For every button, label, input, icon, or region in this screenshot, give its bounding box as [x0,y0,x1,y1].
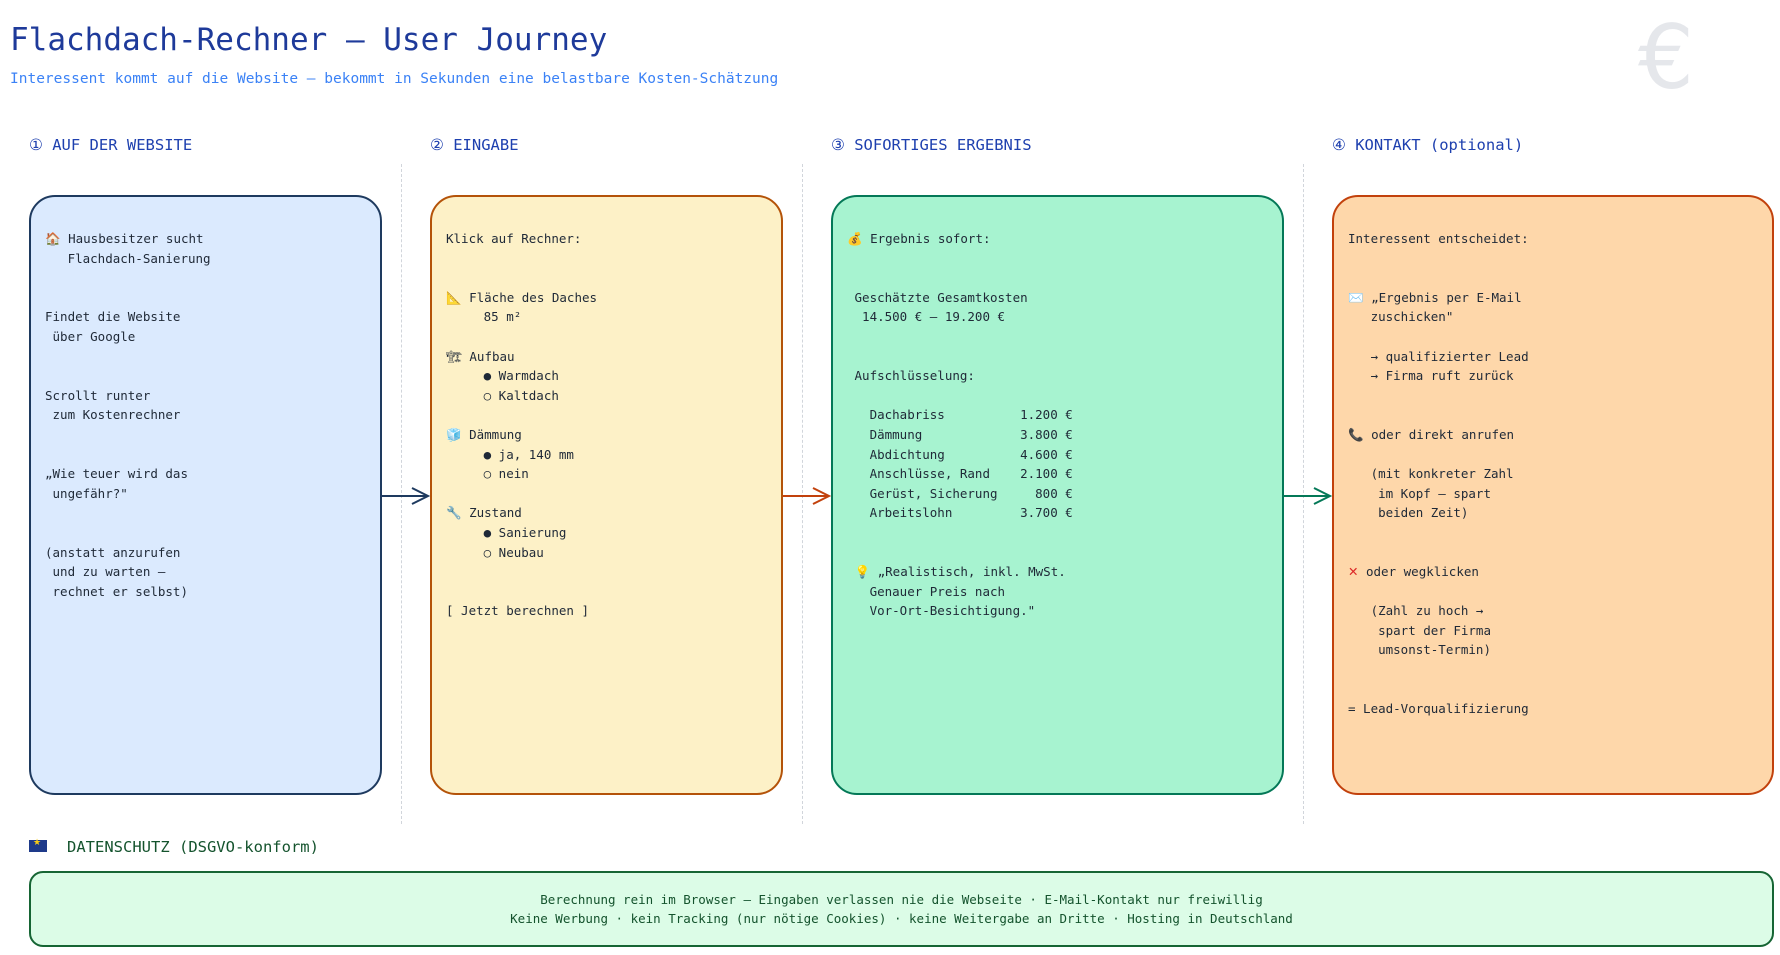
privacy-header-label: DATENSCHUTZ (DSGVO-konform) [67,838,319,856]
step-1-header: ① AUF DER WEBSITE [29,136,193,154]
step-4-card: Interessent entscheidet: ✉️ „Ergebnis pe… [1332,195,1774,795]
step-4-header: ④ KONTAKT (optional) [1332,136,1524,154]
privacy-box: Berechnung rein im Browser — Eingaben ve… [29,871,1774,947]
euro-watermark-icon: € [1638,6,1694,109]
arrow-right-icon [1284,487,1332,505]
step-2-header: ② EINGABE [430,136,519,154]
arrow-right-icon [382,487,430,505]
step-2-content: Klick auf Rechner: 📐 Fläche des Daches 8… [446,231,598,619]
step-3-card: 💰 Ergebnis sofort: Geschätzte Gesamtkost… [831,195,1284,795]
step-3-content: 💰 Ergebnis sofort: Geschätzte Gesamtkost… [847,231,1073,619]
privacy-line-2: Keine Werbung · kein Tracking (nur nötig… [510,911,1293,926]
eu-flag-icon [29,838,47,852]
arrow-right-icon [783,487,831,505]
close-x-icon: ✕ [1348,564,1359,580]
step-2-card: Klick auf Rechner: 📐 Fläche des Daches 8… [430,195,783,795]
step-4-content: Interessent entscheidet: ✉️ „Ergebnis pe… [1348,229,1758,719]
step-3-header: ③ SOFORTIGES ERGEBNIS [831,136,1032,154]
step-4-content-bottom: oder wegklicken (Zahl zu hoch → spart de… [1348,564,1529,717]
step-1-card: 🏠 Hausbesitzer sucht Flachdach-Sanierung… [29,195,382,795]
step-4-content-top: Interessent entscheidet: ✉️ „Ergebnis pe… [1348,231,1529,521]
privacy-header: DATENSCHUTZ (DSGVO-konform) [29,838,319,856]
page-subtitle: Interessent kommt auf die Website — beko… [10,71,779,87]
privacy-line-1: Berechnung rein im Browser — Eingaben ve… [540,892,1263,907]
page-title: Flachdach-Rechner — User Journey [10,22,608,58]
step-1-content: 🏠 Hausbesitzer sucht Flachdach-Sanierung… [45,231,211,599]
